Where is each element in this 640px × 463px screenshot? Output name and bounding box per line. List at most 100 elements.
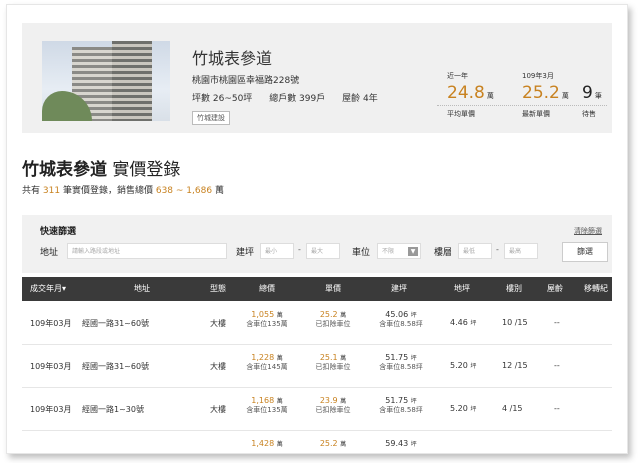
- row-area-sub: 含車位8.58坪: [379, 406, 423, 414]
- row-unit-price: 25.2 萬: [298, 439, 368, 448]
- row-date: 109年03月: [30, 405, 72, 414]
- month-number: 25.2: [522, 83, 560, 103]
- row-total-unit: 萬: [276, 398, 283, 405]
- floor-min-input[interactable]: 最低: [458, 243, 492, 259]
- month-sub: 最新單價: [522, 110, 550, 118]
- row-area: 51.75 坪含車位8.58坪: [364, 353, 438, 372]
- row-unit-sub: 已扣除車位: [315, 320, 351, 328]
- sale-number: 9: [582, 83, 593, 103]
- row-unit-value: 23.9: [319, 396, 338, 405]
- filter-title: 快速篩選: [40, 227, 77, 237]
- area-min-input[interactable]: 最小: [260, 243, 294, 259]
- row-type: 大樓: [210, 362, 226, 371]
- row-total-sub: 含車位135萬: [246, 406, 288, 414]
- summary-prefix: 共有: [22, 186, 41, 196]
- row-area-unit: 坪: [410, 355, 417, 362]
- recent-label: 近一年: [447, 72, 468, 80]
- row-total-value: 1,168: [251, 396, 275, 405]
- row-age: --: [554, 318, 560, 327]
- table-row[interactable]: 109年03月 經國一路31~60號 大樓 1,228 萬含車位145萬 25.1 萬已…: [22, 345, 612, 388]
- row-unit-unit: 萬: [340, 312, 347, 319]
- row-land-unit: 坪: [470, 363, 477, 370]
- row-unit-unit: 萬: [340, 441, 347, 448]
- row-type: 大樓: [210, 405, 226, 414]
- row-total-sub: 含車位145萬: [246, 363, 288, 371]
- project-title[interactable]: 竹城表參道: [192, 45, 272, 69]
- header-date[interactable]: 成交年月▾: [30, 277, 66, 301]
- row-area: 59.43 坪: [364, 439, 438, 448]
- row-unit-sub: 已扣除車位: [315, 363, 351, 371]
- table-row[interactable]: 109年03月 經國一路31~60號 大樓 1,055 萬含車位135萬 25.2 萬已…: [22, 302, 612, 345]
- header-address: 地址: [134, 284, 150, 293]
- row-unit-value: 25.2: [319, 439, 338, 448]
- project-households: 總戶數 399戶: [269, 94, 326, 104]
- area-max-input[interactable]: 最大: [306, 243, 340, 259]
- builder-tag[interactable]: 竹城建設: [192, 111, 230, 125]
- row-area: 45.06 坪含車位8.58坪: [364, 310, 438, 329]
- month-value: 25.2 萬: [522, 83, 569, 103]
- row-land-unit: 坪: [470, 406, 477, 413]
- address-label: 地址: [40, 248, 59, 258]
- row-area-value: 51.75: [385, 396, 409, 405]
- table-row[interactable]: 1,428 萬 25.2 萬 59.43 坪: [22, 431, 612, 453]
- page-title: 竹城表參道 實價登錄: [22, 155, 180, 180]
- project-meta: 坪數 26~50坪 總戶數 399戶 屋齡 4年: [192, 91, 392, 104]
- row-date: 109年03月: [30, 362, 72, 371]
- header-age: 屋齡: [547, 284, 563, 293]
- floor-max-input[interactable]: 最高: [504, 243, 538, 259]
- chevron-down-icon: ▼: [408, 247, 418, 256]
- row-unit-price: 23.9 萬已扣除車位: [298, 396, 368, 415]
- header-area: 建坪: [391, 284, 407, 293]
- row-total-unit: 萬: [276, 312, 283, 319]
- parking-select[interactable]: 不限 ▼: [377, 243, 421, 259]
- month-unit: 萬: [561, 92, 569, 100]
- row-land: 5.20 坪: [450, 404, 476, 413]
- row-area-value: 59.43: [385, 439, 409, 448]
- row-area-unit: 坪: [410, 312, 417, 319]
- row-total: 1,428 萬: [232, 439, 302, 448]
- header-floor: 樓別: [506, 284, 522, 293]
- clear-filter-link[interactable]: 清除篩選: [574, 226, 602, 236]
- project-size: 坪數 26~50坪: [192, 94, 253, 104]
- row-area: 51.75 坪含車位8.58坪: [364, 396, 438, 415]
- floor-label: 樓層: [434, 248, 453, 258]
- sale-count[interactable]: 9筆: [582, 83, 602, 103]
- summary-count: 311: [42, 186, 61, 196]
- page-summary: 共有 311 筆實價登錄，銷售總價 638 ~ 1,686 萬: [22, 183, 224, 196]
- row-unit-sub: 已扣除車位: [315, 406, 351, 414]
- month-label: 109年3月: [522, 72, 554, 80]
- page-title-name: 竹城表參道: [22, 160, 107, 180]
- header-date-label: 成交年月: [30, 284, 62, 293]
- recent-value: 24.8 萬: [447, 83, 494, 103]
- row-land: 4.46 坪: [450, 318, 476, 327]
- project-photo[interactable]: [42, 41, 170, 121]
- row-total-sub: 含車位135萬: [246, 320, 288, 328]
- row-unit-value: 25.2: [319, 310, 338, 319]
- row-unit-price: 25.1 萬已扣除車位: [298, 353, 368, 372]
- row-total-value: 1,428: [251, 439, 275, 448]
- row-total: 1,168 萬含車位135萬: [232, 396, 302, 415]
- row-address: 經國一路1~30號: [82, 405, 144, 414]
- stats-divider: [437, 105, 607, 106]
- recent-sub: 平均單價: [447, 110, 475, 118]
- browser-frame: 竹城表參道 桃園市桃園區幸福路228號 坪數 26~50坪 總戶數 399戶 屋…: [6, 4, 628, 454]
- header-transfer: 移轉紀錄: [584, 284, 608, 317]
- row-land-value: 5.20: [450, 361, 468, 370]
- table-row[interactable]: 109年03月 經國一路1~30號 大樓 1,168 萬含車位135萬 23.9 萬已扣…: [22, 388, 612, 431]
- summary-unit: 萬: [214, 186, 224, 196]
- recent-unit: 萬: [486, 92, 494, 100]
- filter-submit-button[interactable]: 篩選: [562, 242, 608, 262]
- row-area-sub: 含車位8.58坪: [379, 363, 423, 371]
- sale-unit: 筆: [594, 92, 602, 100]
- address-input[interactable]: 請輸入路段或地址: [67, 243, 227, 259]
- row-land: 5.20 坪: [450, 361, 476, 370]
- sale-sub: 待售: [582, 110, 596, 118]
- row-total-unit: 萬: [276, 355, 283, 362]
- header-type: 型態: [210, 284, 226, 293]
- row-age: --: [554, 404, 560, 413]
- row-date: 109年03月: [30, 319, 72, 328]
- header-unit: 單價: [325, 284, 341, 293]
- row-unit-value: 25.1: [319, 353, 338, 362]
- row-area-unit: 坪: [410, 441, 417, 448]
- area-dash: -: [298, 245, 301, 254]
